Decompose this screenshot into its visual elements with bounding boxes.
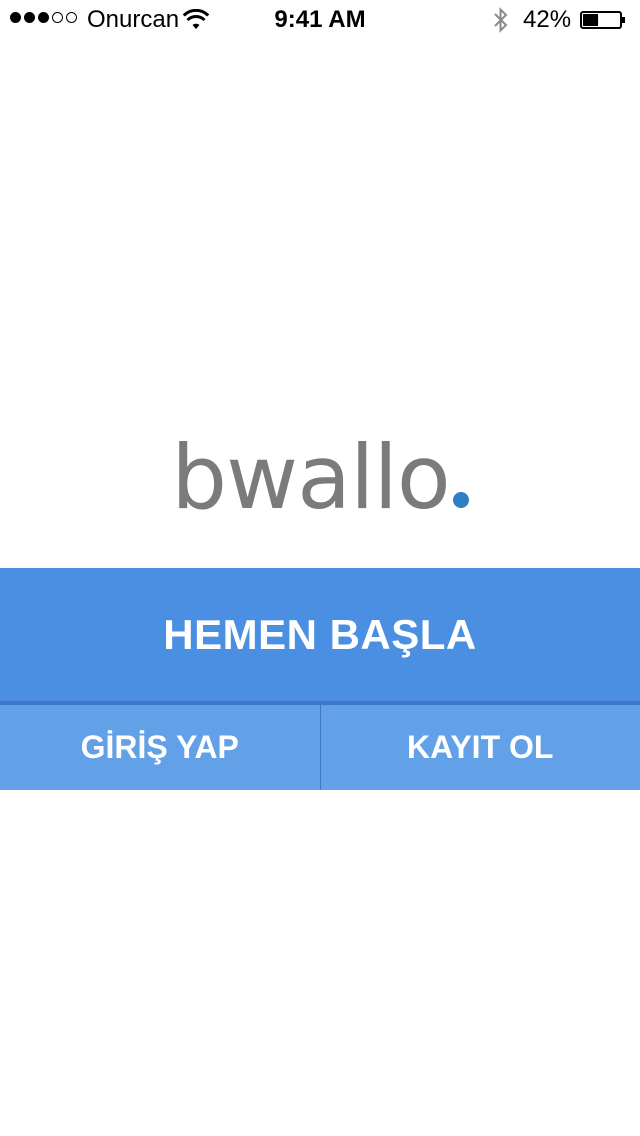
battery-icon — [580, 11, 625, 29]
bluetooth-icon — [494, 7, 508, 33]
register-button[interactable]: KAYIT OL — [320, 705, 640, 790]
start-now-button[interactable]: HEMEN BAŞLA — [0, 568, 640, 701]
logo-dot — [452, 492, 469, 508]
status-bar: Onurcan 9:41 AM 42% — [0, 0, 640, 40]
auth-button-row: GİRİŞ YAP KAYIT OL — [0, 705, 640, 790]
app-logo: bwallo — [0, 428, 640, 528]
logo-text: bwallo — [171, 426, 450, 529]
battery-percentage: 42% — [523, 6, 572, 33]
login-button[interactable]: GİRİŞ YAP — [0, 705, 321, 790]
